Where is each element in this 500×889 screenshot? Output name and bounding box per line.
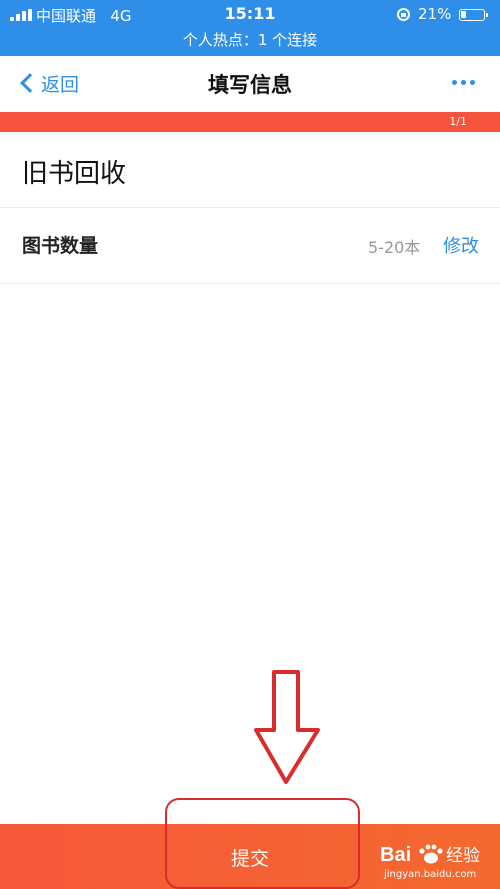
annotation-arrow-icon <box>254 670 320 784</box>
annotation-highlight-box <box>165 798 360 889</box>
baidu-logo-icon: Bai 经验 <box>380 844 480 866</box>
page-title: 填写信息 <box>208 73 292 97</box>
status-bar: 中国联通 4G 15:11 21% 个人热点：1 个连接 <box>0 0 500 56</box>
row-value: 5-20本 <box>368 238 421 257</box>
nav-bar: 返回 填写信息 <box>0 56 500 112</box>
battery-icon <box>459 9 488 21</box>
svg-text:经验: 经验 <box>446 846 480 866</box>
progress-label: 1/1 <box>449 115 467 128</box>
svg-text:Bai: Bai <box>380 844 411 866</box>
form-row-book-quantity: 图书数量 5-20本 修改 <box>0 208 500 282</box>
baidu-jingyan-watermark: Bai 经验 jingyan.baidu.com <box>380 839 495 883</box>
progress-fill <box>0 112 500 132</box>
divider <box>0 283 500 284</box>
progress-bar: 1/1 <box>0 112 500 132</box>
rotation-lock-icon <box>397 8 410 21</box>
row-label: 图书数量 <box>22 235 99 257</box>
more-icon[interactable] <box>452 80 476 88</box>
watermark-url: jingyan.baidu.com <box>384 869 477 880</box>
status-row: 中国联通 4G 15:11 21% <box>0 0 500 30</box>
hotspot-banner[interactable]: 个人热点：1 个连接 <box>0 29 500 50</box>
edit-link[interactable]: 修改 <box>443 232 479 258</box>
battery-percent: 21% <box>418 5 452 23</box>
form-title: 旧书回收 <box>22 159 127 189</box>
